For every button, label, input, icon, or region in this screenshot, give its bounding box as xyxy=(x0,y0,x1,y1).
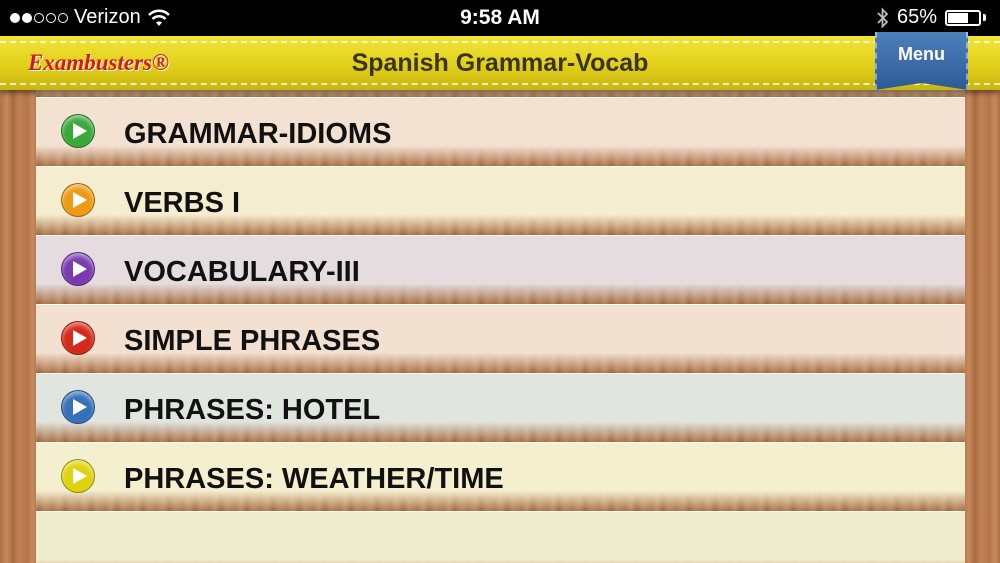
list-item[interactable]: PHRASES: WEATHER/TIME xyxy=(36,443,965,512)
status-bar: Verizon 9:58 AM 65% xyxy=(0,0,1000,36)
list-item-label: VOCABULARY-III xyxy=(124,256,360,288)
header-stitch-top xyxy=(0,41,1000,43)
list-item-label: GRAMMAR-IDIOMS xyxy=(124,118,392,150)
list-item[interactable]: VOCABULARY-III xyxy=(36,236,965,305)
header-stitch-bottom xyxy=(0,83,1000,85)
app-header: Exambusters® Spanish Grammar-Vocab xyxy=(0,36,1000,90)
topic-list: GRAMMAR-CONJUNCTIONSGRAMMAR-IDIOMSVERBS … xyxy=(36,58,965,563)
list-item[interactable]: SIMPLE PHRASES xyxy=(36,305,965,374)
battery-percent: 65% xyxy=(896,6,937,28)
list-item-label: PHRASES: WEATHER/TIME xyxy=(124,463,504,495)
list-item[interactable]: PHRASES: HOTEL xyxy=(36,374,965,443)
list-item-label: PHRASES: HOTEL xyxy=(124,394,381,426)
bluetooth-icon xyxy=(877,6,889,29)
list-item-label: VERBS I xyxy=(124,187,241,219)
play-icon xyxy=(61,459,95,493)
menu-button[interactable]: Menu xyxy=(875,32,968,90)
play-icon xyxy=(61,114,95,148)
battery-icon xyxy=(945,9,981,26)
list-item[interactable]: GRAMMAR-IDIOMS xyxy=(36,98,965,167)
battery-level-fill xyxy=(948,12,968,23)
list-item-label: SIMPLE PHRASES xyxy=(124,325,381,357)
status-right-group: 65% xyxy=(877,6,986,29)
play-icon xyxy=(61,183,95,217)
list-item[interactable]: VERBS I xyxy=(36,167,965,236)
play-icon xyxy=(61,321,95,355)
play-icon xyxy=(61,252,95,286)
list-item[interactable] xyxy=(36,512,965,563)
status-time: 9:58 AM xyxy=(460,6,540,29)
page-title: Spanish Grammar-Vocab xyxy=(351,49,649,77)
play-icon xyxy=(61,390,95,424)
battery-tip xyxy=(983,14,986,21)
app-screen: Verizon 9:58 AM 65% Exambusters® Spanish… xyxy=(0,0,1000,563)
